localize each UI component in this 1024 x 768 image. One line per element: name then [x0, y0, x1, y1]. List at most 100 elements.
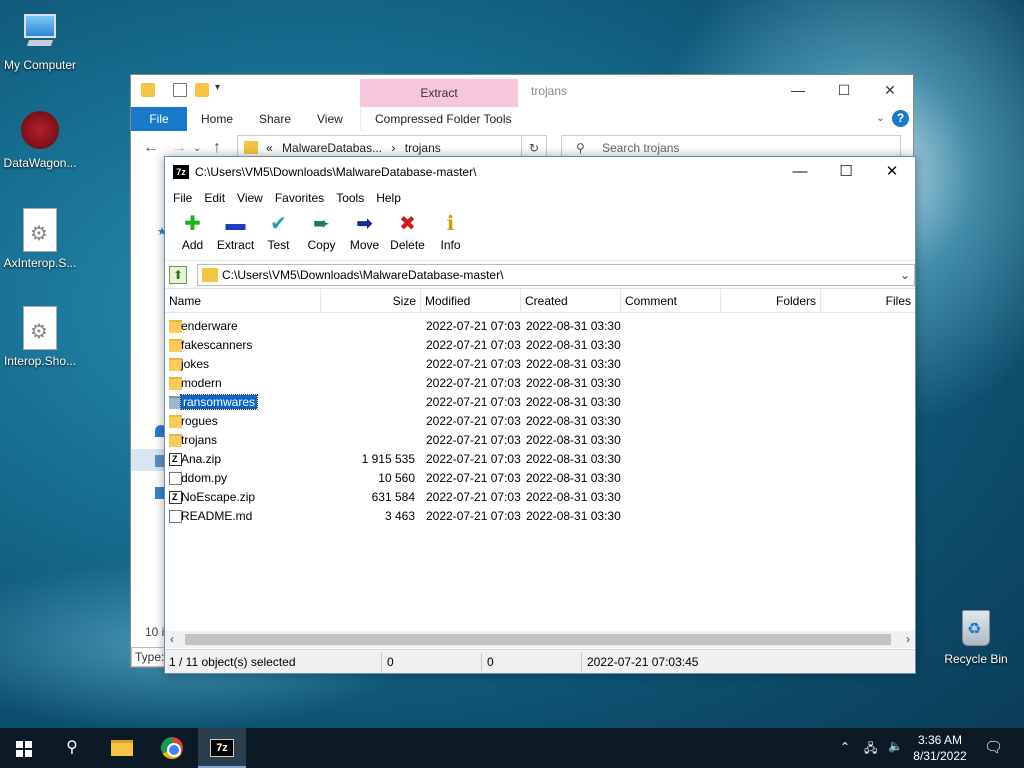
file-list[interactable]: enderware 2022-07-21 07:03 2022-08-31 03:3…: [165, 313, 915, 633]
folder-up-icon[interactable]: ⬆: [169, 266, 187, 284]
ribbon-expand-icon[interactable]: ⌄: [876, 111, 885, 124]
taskbar-clock[interactable]: 3:36 AM 8/31/2022: [900, 732, 980, 764]
taskbar-file-explorer[interactable]: [98, 728, 146, 768]
table-row[interactable]: jokes 2022-07-21 07:03 2022-08-31 03:30: [165, 355, 915, 374]
status-size: 0: [387, 655, 394, 669]
up-arrow-icon[interactable]: ↑: [213, 139, 221, 157]
extract-context-tab[interactable]: Extract: [360, 79, 518, 107]
table-row[interactable]: Ana.zip 1 915 535 2022-07-21 07:03 2022-08-…: [165, 450, 915, 469]
desktop-icon-axinterop[interactable]: ⚙ AxInterop.S...: [0, 208, 80, 270]
column-modified[interactable]: Modified: [421, 289, 521, 313]
close-icon[interactable]: ✕: [869, 157, 915, 187]
copy-button[interactable]: ➨ Copy: [300, 209, 343, 252]
menu-edit[interactable]: Edit: [198, 191, 231, 205]
test-button[interactable]: ✔ Test: [257, 209, 300, 252]
menu-tools[interactable]: Tools: [330, 191, 370, 205]
move-button[interactable]: ➡ Move: [343, 209, 386, 252]
7zip-window[interactable]: 7z C:\Users\VM5\Downloads\MalwareDatabas…: [164, 156, 916, 674]
taskbar-chrome[interactable]: [148, 728, 196, 768]
cell-modified-text: 2022-07-21 07:03: [426, 395, 521, 409]
network-graph-icon: [18, 108, 62, 152]
table-row[interactable]: ransomwares 2022-07-21 07:03 2022-08-31 03…: [165, 393, 915, 412]
minimize-icon[interactable]: —: [775, 75, 821, 105]
chevron-down-icon[interactable]: ⌄: [900, 265, 910, 285]
forward-arrow-icon[interactable]: →: [171, 139, 187, 157]
menu-favorites[interactable]: Favorites: [269, 191, 330, 205]
scroll-right-icon[interactable]: ›: [906, 631, 910, 648]
tab-view[interactable]: View: [303, 107, 357, 131]
desktop-icon-my-computer[interactable]: My Computer: [0, 10, 80, 72]
address-segment-trojans[interactable]: trojans: [405, 141, 441, 155]
toolbar-label: Delete: [390, 238, 425, 252]
delete-button[interactable]: ✖ Delete: [386, 209, 429, 252]
tab-share[interactable]: Share: [245, 107, 305, 131]
desktop-icon-interop[interactable]: ⚙ Interop.Sho...: [0, 306, 80, 368]
scrollbar-thumb[interactable]: [185, 634, 891, 645]
cell-modified: 2022-07-21 07:03: [426, 355, 522, 374]
toolbar-label: Copy: [307, 238, 336, 252]
notifications-icon[interactable]: 🗨: [984, 738, 1003, 756]
address-segment-malwaredatabase[interactable]: MalwareDatabas...: [282, 141, 382, 155]
cell-created-text: 2022-08-31 03:30: [526, 395, 621, 409]
7zip-titlebar[interactable]: 7z C:\Users\VM5\Downloads\MalwareDatabas…: [165, 157, 915, 187]
scroll-left-icon[interactable]: ‹: [170, 631, 174, 648]
column-folders[interactable]: Folders: [721, 289, 821, 313]
recent-dropdown-icon[interactable]: ⌄: [193, 143, 201, 154]
network-icon[interactable]: 🖧: [864, 739, 877, 760]
column-name[interactable]: Name: [165, 289, 321, 313]
column-created[interactable]: Created: [521, 289, 621, 313]
extract-button[interactable]: ▬ Extract: [214, 209, 257, 252]
cell-size-text: 1 915 535: [361, 452, 415, 466]
copy-arrow-icon: ➨: [313, 213, 330, 235]
properties-icon[interactable]: [173, 83, 187, 97]
table-row[interactable]: README.md 3 463 2022-07-21 07:03 2022-08-31…: [165, 507, 915, 526]
tab-compressed-folder-tools[interactable]: Compressed Folder Tools: [360, 107, 526, 131]
explorer-title: trojans: [531, 84, 568, 98]
column-files[interactable]: Files: [821, 289, 915, 313]
desktop-icon-recycle-bin[interactable]: ♻ Recycle Bin: [936, 604, 1016, 666]
cell-modified-text: 2022-07-21 07:03: [426, 433, 521, 447]
column-size[interactable]: Size: [321, 289, 421, 313]
maximize-icon[interactable]: ☐: [821, 75, 867, 105]
search-icon[interactable]: ⚲: [48, 728, 96, 768]
plus-icon: ✚: [184, 213, 201, 235]
menu-file[interactable]: File: [167, 191, 198, 205]
toolbar-label: Test: [267, 238, 290, 252]
table-row[interactable]: fakescanners 2022-07-21 07:03 2022-08-31 0…: [165, 336, 915, 355]
horizontal-scrollbar[interactable]: ‹ ›: [165, 631, 915, 648]
info-button[interactable]: ℹ Info: [429, 209, 472, 252]
minimize-icon[interactable]: —: [777, 157, 823, 187]
table-row[interactable]: ddom.py 10 560 2022-07-21 07:03 2022-08-31 …: [165, 469, 915, 488]
start-button[interactable]: [0, 728, 48, 768]
table-row[interactable]: trojans 2022-07-21 07:03 2022-08-31 03:30: [165, 431, 915, 450]
menu-view[interactable]: View: [231, 191, 269, 205]
menu-help[interactable]: Help: [370, 191, 407, 205]
taskbar-7zip[interactable]: 7z: [198, 728, 246, 768]
explorer-titlebar[interactable]: ▾ Extract trojans — ☐ ✕: [131, 75, 913, 107]
table-row[interactable]: modern 2022-07-21 07:03 2022-08-31 03:30: [165, 374, 915, 393]
tab-home[interactable]: Home: [187, 107, 247, 131]
cell-created: 2022-08-31 03:30: [526, 469, 622, 488]
qat-dropdown-icon[interactable]: ▾: [215, 82, 220, 93]
column-comment[interactable]: Comment: [621, 289, 721, 313]
maximize-icon[interactable]: ☐: [823, 157, 869, 187]
cell-modified-text: 2022-07-21 07:03: [426, 509, 521, 523]
cell-name-text: rogues: [181, 414, 218, 428]
cell-created: 2022-08-31 03:30: [526, 412, 622, 431]
tab-file[interactable]: File: [131, 107, 187, 131]
7zip-path-input[interactable]: C:\Users\VM5\Downloads\MalwareDatabase-m…: [197, 264, 915, 286]
table-row[interactable]: NoEscape.zip 631 584 2022-07-21 07:03 2022-…: [165, 488, 915, 507]
folder-icon: [202, 268, 218, 282]
help-icon[interactable]: ?: [892, 110, 909, 127]
new-folder-icon[interactable]: [195, 83, 209, 97]
table-row[interactable]: enderware 2022-07-21 07:03 2022-08-31 03:3…: [165, 317, 915, 336]
desktop-icon-datawagon[interactable]: DataWagon...: [0, 108, 80, 170]
table-row[interactable]: rogues 2022-07-21 07:03 2022-08-31 03:30: [165, 412, 915, 431]
tray-chevron-up-icon[interactable]: ⌃: [840, 740, 850, 754]
desktop-icon-label: DataWagon...: [3, 156, 77, 170]
back-arrow-icon[interactable]: ←: [143, 139, 159, 157]
add-button[interactable]: ✚ Add: [171, 209, 214, 252]
cell-size-text: 3 463: [384, 509, 415, 523]
close-icon[interactable]: ✕: [867, 75, 913, 105]
cell-name-text: NoEscape.zip: [181, 490, 256, 504]
